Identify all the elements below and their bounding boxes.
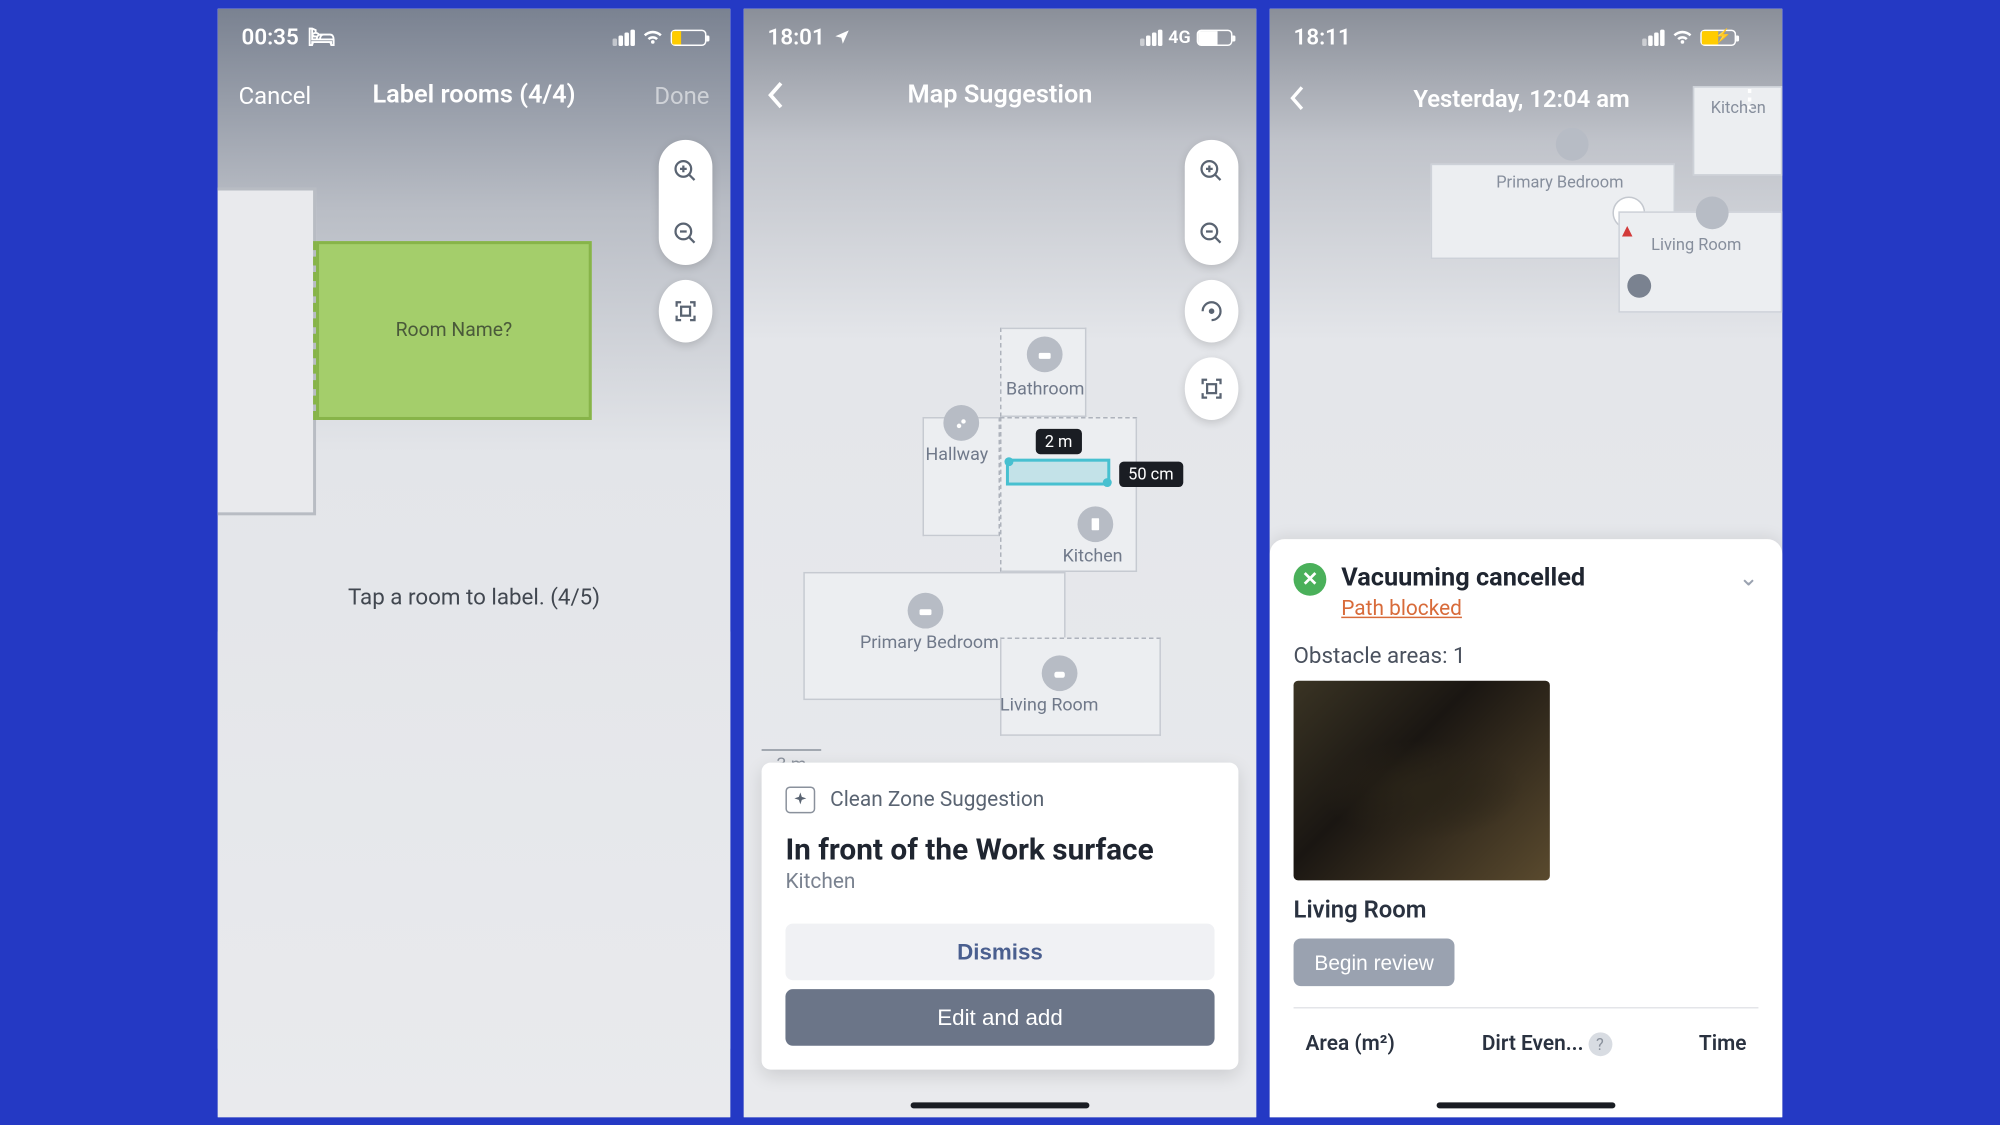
- done-button[interactable]: Done: [623, 80, 709, 108]
- status-bar: 00:35 🛏: [218, 8, 731, 65]
- bed-icon: 🛏: [308, 23, 336, 50]
- back-button[interactable]: [1288, 84, 1306, 111]
- edit-add-button[interactable]: Edit and add: [785, 989, 1214, 1046]
- room-label-primary-bedroom: Primary Bedroom: [860, 631, 999, 652]
- signal-icon: [1140, 28, 1162, 44]
- nav-header: Map Suggestion: [744, 65, 1257, 125]
- signal-icon: [1642, 28, 1664, 44]
- card-title: In front of the Work surface: [785, 831, 1214, 867]
- phone-map-suggestion: 18:01 4G Map Suggestion: [744, 8, 1257, 1117]
- nav-header: Cancel Label rooms (4/4) Done: [218, 65, 731, 125]
- status-time: 00:35: [242, 23, 299, 50]
- sparkle-icon: [785, 786, 815, 813]
- clean-zone-highlight[interactable]: [1006, 458, 1110, 485]
- room-living-room[interactable]: [1000, 637, 1161, 735]
- status-title: Vacuuming cancelled: [1341, 563, 1723, 593]
- status-time: 18:11: [1294, 23, 1351, 50]
- room-label-primary-bedroom: Primary Bedroom: [1496, 172, 1623, 191]
- path-blocked-link[interactable]: Path blocked: [1341, 597, 1462, 621]
- phone-label-rooms: 00:35 🛏 Cancel Label rooms (4/4) Done: [218, 8, 731, 1117]
- bed-icon: [1027, 336, 1063, 372]
- history-panel: ✕ Vacuuming cancelled Path blocked ⌄ Obs…: [1270, 539, 1783, 1117]
- obstacle-count: Obstacle areas: 1: [1294, 641, 1759, 668]
- network-label: 4G: [1168, 26, 1190, 47]
- cancelled-icon: ✕: [1294, 563, 1327, 596]
- sofa-icon: [1696, 196, 1729, 229]
- bed-icon: [1556, 127, 1589, 160]
- room-label-hallway: Hallway: [926, 443, 989, 464]
- room-label-bathroom: Bathroom: [1006, 378, 1085, 399]
- rotate-button[interactable]: [1185, 279, 1239, 342]
- stat-dirt: Dirt Even... ?: [1482, 1032, 1612, 1056]
- zoom-out-button[interactable]: [659, 202, 713, 265]
- begin-review-button[interactable]: Begin review: [1294, 938, 1455, 986]
- obstacle-room-name: Living Room: [1294, 895, 1759, 923]
- location-icon: [834, 28, 852, 46]
- room-label-kitchen: Kitchen: [1063, 545, 1123, 566]
- zoom-controls: [1185, 139, 1239, 419]
- battery-icon: [671, 28, 707, 44]
- stat-time: Time: [1699, 1032, 1747, 1056]
- battery-icon: [1197, 28, 1233, 44]
- dismiss-button[interactable]: Dismiss: [785, 923, 1214, 980]
- warning-icon: ▲: [1618, 220, 1636, 241]
- cancel-button[interactable]: Cancel: [239, 80, 325, 108]
- nav-header: Yesterday, 12:04 am ⋮: [1270, 65, 1783, 131]
- fridge-icon: [1077, 506, 1113, 542]
- zoom-out-button[interactable]: [1185, 202, 1239, 265]
- home-indicator[interactable]: [911, 1102, 1090, 1108]
- floor-map[interactable]: Room Name? lway: [218, 124, 701, 631]
- stats-row: Area (m²) Dirt Even... ? Time: [1294, 1007, 1759, 1056]
- zoom-controls: [659, 139, 713, 342]
- zoom-in-button[interactable]: [1185, 139, 1239, 202]
- page-title: Yesterday, 12:04 am: [1305, 83, 1737, 111]
- recenter-button[interactable]: [659, 279, 713, 342]
- sofa-icon: [1042, 655, 1078, 691]
- more-button[interactable]: ⋮: [1738, 83, 1765, 111]
- wifi-icon: [641, 28, 665, 46]
- zoom-in-button[interactable]: [659, 139, 713, 202]
- room-name-placeholder: Room Name?: [396, 319, 513, 341]
- phone-cleaning-history: 18:11 ⚡ Yesterday, 12:04 am ⋮ Kitchen: [1270, 8, 1783, 1117]
- recenter-button[interactable]: [1185, 357, 1239, 420]
- clean-zone-card: Clean Zone Suggestion In front of the Wo…: [762, 762, 1239, 1069]
- status-bar: 18:01 4G: [744, 8, 1257, 65]
- zone-height-tag: 50 cm: [1119, 461, 1182, 486]
- help-icon[interactable]: ?: [1588, 1032, 1612, 1056]
- home-dock-icon: [1627, 273, 1651, 297]
- signal-icon: [613, 28, 635, 44]
- room-label-living-room: Living Room: [1000, 694, 1098, 715]
- stat-area: Area (m²): [1305, 1032, 1394, 1056]
- footsteps-icon: [943, 405, 979, 441]
- card-header-label: Clean Zone Suggestion: [830, 787, 1044, 811]
- wifi-icon: [1670, 28, 1694, 46]
- room-label-living-room: Living Room: [1651, 235, 1741, 254]
- card-subtitle: Kitchen: [785, 869, 1214, 893]
- room-outline: [218, 187, 316, 515]
- back-button[interactable]: [765, 80, 851, 110]
- charge-bolt-icon: ⚡: [1715, 29, 1732, 44]
- map-hint-text: Tap a room to label. (4/5): [218, 568, 731, 631]
- zone-width-tag: 2 m: [1036, 428, 1082, 453]
- page-title: Map Suggestion: [851, 80, 1149, 110]
- obstacle-thumbnail[interactable]: [1294, 680, 1550, 880]
- bed-icon: [908, 592, 944, 628]
- page-title: Label rooms (4/4): [325, 80, 623, 110]
- unlabeled-room[interactable]: Room Name?: [316, 241, 592, 420]
- status-time: 18:01: [768, 23, 825, 50]
- home-indicator[interactable]: [1437, 1102, 1616, 1108]
- status-bar: 18:11 ⚡: [1270, 8, 1783, 65]
- chevron-down-icon[interactable]: ⌄: [1738, 563, 1758, 591]
